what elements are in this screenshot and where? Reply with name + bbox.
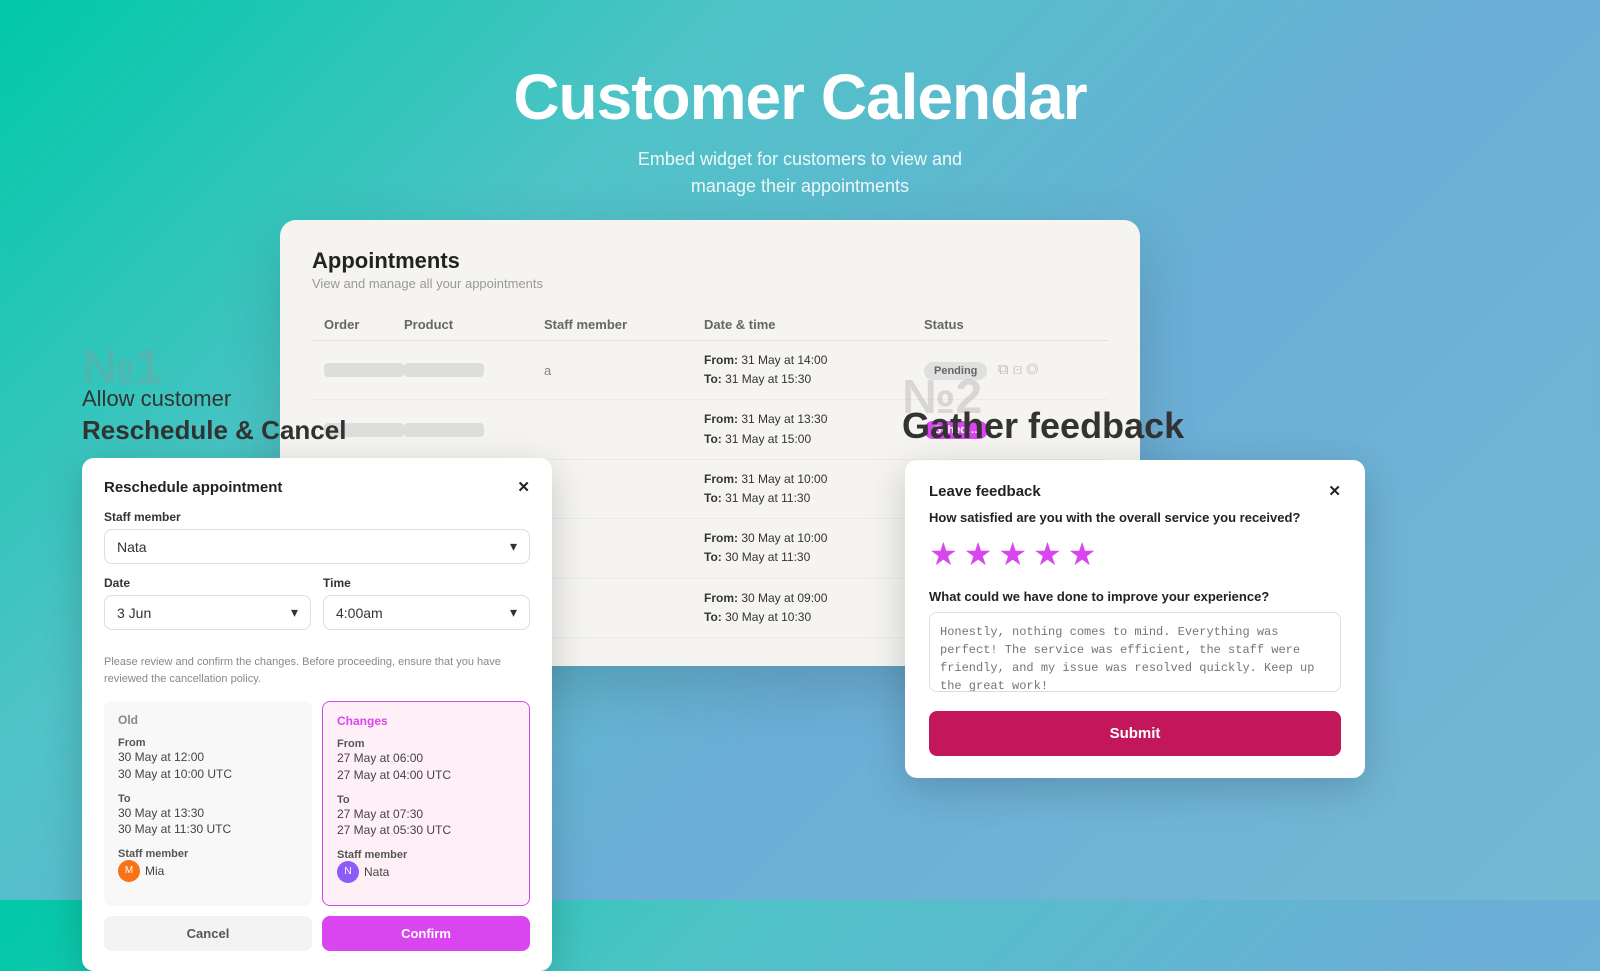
feedback-question2: What could we have done to improve your … — [929, 589, 1341, 604]
avatar: N — [337, 861, 359, 883]
feedback-modal: Leave feedback ✕ How satisfied are you w… — [905, 460, 1365, 778]
star-4[interactable]: ★ — [1033, 535, 1062, 573]
col-product: Product — [404, 317, 544, 332]
table-header: Order Product Staff member Date & time S… — [312, 309, 1108, 341]
modal-title: Reschedule appointment — [104, 479, 282, 496]
submit-button[interactable]: Submit — [929, 711, 1341, 756]
datetime-cell: From: 31 May at 14:00 To: 31 May at 15:3… — [704, 351, 924, 389]
datetime-cell: From: 30 May at 09:00 To: 30 May at 10:3… — [704, 589, 924, 627]
new-from-row: From 27 May at 06:00 27 May at 04:00 UTC — [337, 738, 515, 784]
star-3[interactable]: ★ — [998, 535, 1027, 573]
datetime-cell: From: 31 May at 10:00 To: 31 May at 11:3… — [704, 470, 924, 508]
close-icon[interactable]: ✕ — [1328, 482, 1341, 500]
feedback-question1: How satisfied are you with the overall s… — [929, 510, 1341, 525]
staff-select[interactable]: Nata ▾ — [104, 529, 530, 564]
feature-text-1: Allow customer Reschedule & Cancel — [82, 385, 346, 447]
time-field-group: Time 4:00am ▾ — [323, 576, 530, 642]
time-select[interactable]: 4:00am ▾ — [323, 595, 530, 630]
appointments-title: Appointments — [312, 248, 1108, 274]
datetime-cell: From: 30 May at 10:00 To: 30 May at 11:3… — [704, 529, 924, 567]
changes-column: Changes From 27 May at 06:00 27 May at 0… — [322, 701, 530, 906]
time-label: Time — [323, 576, 530, 590]
star-5[interactable]: ★ — [1068, 535, 1097, 573]
order-cell — [324, 363, 404, 377]
chevron-down-icon: ▾ — [291, 604, 298, 621]
col-staff: Staff member — [544, 317, 704, 332]
feedback-textarea[interactable] — [929, 612, 1341, 692]
action-icons[interactable]: ⧉ ⊡ ◎ — [998, 361, 1038, 378]
old-from-row: From 30 May at 12:00 30 May at 10:00 UTC — [118, 737, 298, 783]
product-cell — [404, 363, 484, 377]
reschedule-modal: Reschedule appointment ✕ Staff member Na… — [82, 458, 552, 971]
page-subtitle: Embed widget for customers to view andma… — [0, 146, 1600, 200]
staff-cell: a — [544, 363, 704, 378]
confirm-button[interactable]: Confirm — [322, 916, 530, 951]
old-column: Old From 30 May at 12:00 30 May at 10:00… — [104, 701, 312, 906]
staff-label: Staff member — [104, 510, 530, 524]
old-staff-row: Staff member M Mia — [118, 848, 298, 882]
col-datetime: Date & time — [704, 317, 924, 332]
staff-avatar-mia: M Mia — [118, 860, 164, 882]
chevron-down-icon: ▾ — [510, 604, 517, 621]
star-1[interactable]: ★ — [929, 535, 958, 573]
date-select[interactable]: 3 Jun ▾ — [104, 595, 311, 630]
date-field-group: Date 3 Jun ▾ — [104, 576, 311, 642]
col-order: Order — [324, 317, 404, 332]
modal-bottom-buttons: Cancel Confirm — [104, 916, 530, 951]
col-status: Status — [924, 317, 1044, 332]
product-cell — [404, 423, 484, 437]
table-row: a From: 31 May at 14:00 To: 31 May at 15… — [312, 341, 1108, 400]
feature-text-2: Gather feedback — [902, 405, 1184, 447]
datetime-cell: From: 31 May at 13:30 To: 31 May at 15:0… — [704, 410, 924, 448]
page-title: Customer Calendar — [0, 60, 1600, 134]
modal-header: Reschedule appointment ✕ — [104, 478, 530, 496]
date-label: Date — [104, 576, 311, 590]
page-header: Customer Calendar Embed widget for custo… — [0, 0, 1600, 240]
feedback-title: Leave feedback — [929, 483, 1041, 500]
date-time-row: Date 3 Jun ▾ Time 4:00am ▾ — [104, 576, 530, 642]
star-rating[interactable]: ★ ★ ★ ★ ★ — [929, 535, 1341, 573]
new-staff-row: Staff member N Nata — [337, 849, 515, 883]
modal-notice: Please review and confirm the changes. B… — [104, 654, 530, 687]
appointments-subtitle: View and manage all your appointments — [312, 276, 1108, 291]
staff-cell: a — [544, 541, 704, 556]
changes-comparison: Old From 30 May at 12:00 30 May at 10:00… — [104, 701, 530, 906]
star-2[interactable]: ★ — [964, 535, 993, 573]
feedback-modal-header: Leave feedback ✕ — [929, 482, 1341, 500]
cancel-button[interactable]: Cancel — [104, 916, 312, 951]
new-to-row: To 27 May at 07:30 27 May at 05:30 UTC — [337, 794, 515, 840]
close-icon[interactable]: ✕ — [517, 478, 530, 496]
staff-avatar-nata: N Nata — [337, 861, 389, 883]
chevron-down-icon: ▾ — [510, 538, 517, 555]
old-to-row: To 30 May at 13:30 30 May at 11:30 UTC — [118, 793, 298, 839]
avatar: M — [118, 860, 140, 882]
